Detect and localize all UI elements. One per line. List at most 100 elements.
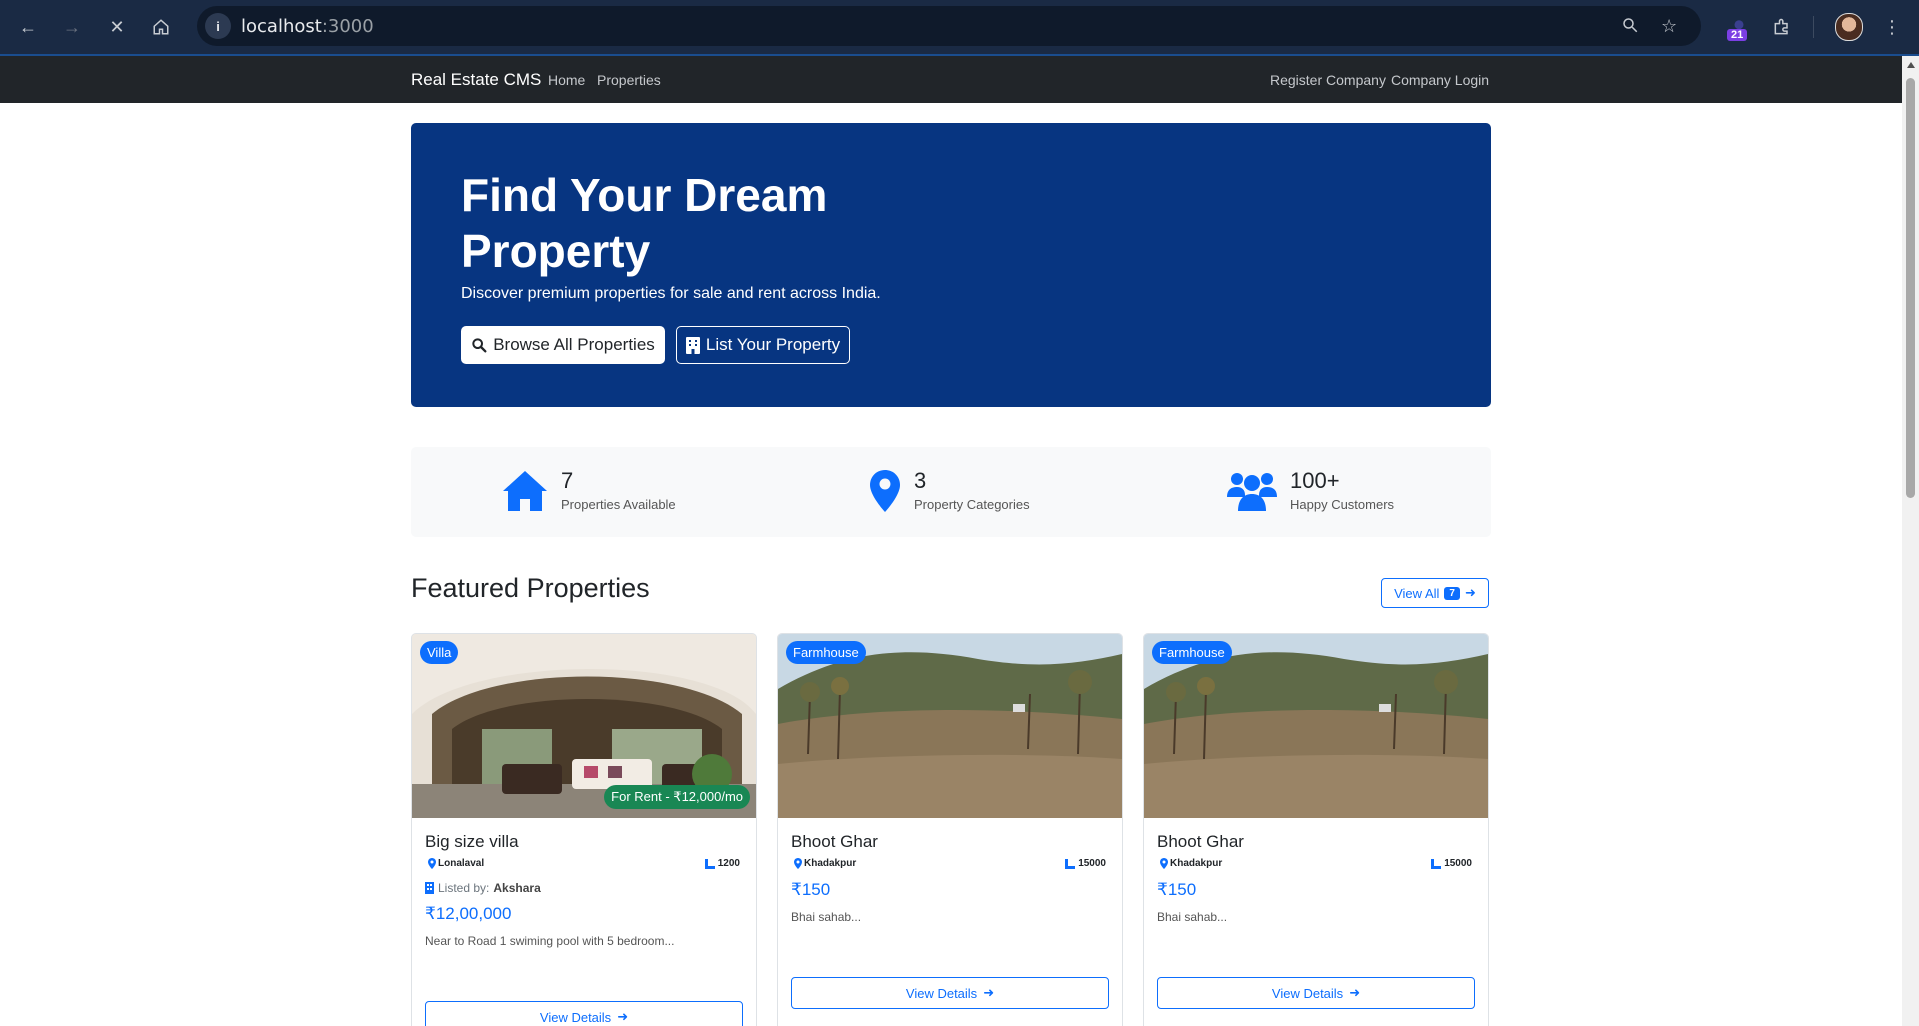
profile-avatar[interactable] [1835, 13, 1863, 41]
location-text: Khadakpur [1170, 858, 1223, 869]
property-card[interactable]: Farmhouse Bhoot Ghar Khadakpur 15000 ₹15… [1143, 633, 1489, 1026]
building-icon [685, 336, 700, 354]
page-content: Find Your Dream Property Discover premiu… [0, 103, 1902, 1026]
area-ruler-icon [704, 858, 715, 869]
map-pin-icon [1160, 858, 1168, 869]
card-title[interactable]: Bhoot Ghar [1157, 832, 1244, 852]
rent-badge: For Rent - ₹12,000/mo [604, 785, 750, 809]
property-image[interactable]: Farmhouse [1144, 634, 1488, 818]
map-pin-icon [870, 470, 900, 512]
location-text: Lonalaval [438, 858, 485, 869]
description: Near to Road 1 swiming pool with 5 bedro… [425, 934, 675, 948]
location: Lonalaval [428, 858, 484, 869]
location-text: Khadakpur [804, 858, 857, 869]
stat-categories: 3 Property Categories [869, 467, 1069, 517]
count-badge: 7 [1444, 586, 1460, 600]
nav-properties[interactable]: Properties [597, 72, 661, 88]
view-details-button[interactable]: View Details ➜ [425, 1001, 743, 1026]
location: Khadakpur [794, 858, 856, 869]
featured-title: Featured Properties [411, 573, 650, 603]
scroll-up-arrow-icon[interactable] [1907, 62, 1915, 68]
menu-kebab-icon[interactable]: ⋮ [1878, 13, 1906, 41]
stop-icon[interactable]: ✕ [103, 13, 131, 41]
home-icon [503, 471, 547, 511]
card-title[interactable]: Bhoot Ghar [791, 832, 878, 852]
description: Bhai sahab... [791, 910, 862, 924]
property-card[interactable]: Farmhouse Bhoot Ghar Khadakpur 15000 ₹15… [777, 633, 1123, 1026]
type-badge: Farmhouse [1152, 641, 1232, 664]
stat-label: Happy Customers [1290, 497, 1395, 512]
users-icon [1227, 473, 1277, 511]
nav-home[interactable]: Home [548, 72, 585, 88]
area: 15000 [1431, 858, 1472, 869]
hero-subtitle: Discover premium properties for sale and… [461, 285, 881, 302]
stat-customers: 100+ Happy Customers [1226, 467, 1426, 517]
extension-badge: 21 [1727, 29, 1748, 41]
address-bar[interactable]: i localhost:3000 ☆ [197, 6, 1701, 46]
description: Bhai sahab... [1157, 910, 1228, 924]
map-pin-icon [428, 858, 436, 869]
arrow-right-icon: ➜ [1464, 585, 1476, 600]
stat-label: Property Categories [914, 497, 1030, 512]
zoom-icon[interactable] [1621, 16, 1639, 39]
arrow-right-icon: ➜ [617, 1009, 629, 1024]
toolbar-divider [1813, 16, 1814, 38]
view-details-label: View Details [1271, 985, 1344, 1001]
arrow-right-icon: ➜ [1349, 985, 1361, 1000]
stat-value: 7 [561, 468, 574, 493]
stat-value: 3 [914, 468, 927, 493]
hero-banner: Find Your Dream Property Discover premiu… [411, 123, 1491, 407]
location: Khadakpur [1160, 858, 1222, 869]
property-image[interactable]: Villa For Rent - ₹12,000/mo [412, 634, 756, 818]
view-details-label: View Details [905, 985, 978, 1001]
page-scrollbar[interactable] [1902, 56, 1919, 1026]
area-text: 15000 [1444, 858, 1472, 869]
view-details-button[interactable]: View Details ➜ [791, 977, 1109, 1009]
area-ruler-icon [1431, 858, 1442, 869]
browse-properties-label: Browse All Properties [493, 335, 655, 354]
browser-chrome: ← → ✕ i localhost:3000 ☆ 21 ⋮ [0, 0, 1919, 56]
site-navbar: Real Estate CMS Home Properties Register… [0, 56, 1919, 103]
home-icon[interactable] [147, 13, 175, 41]
property-card[interactable]: Villa For Rent - ₹12,000/mo Big size vil… [411, 633, 757, 1026]
stat-properties: 7 Properties Available [501, 467, 701, 517]
area-text: 15000 [1078, 858, 1106, 869]
price: ₹12,00,000 [425, 904, 512, 923]
area: 15000 [1065, 858, 1106, 869]
brand-link[interactable]: Real Estate CMS [411, 70, 541, 90]
list-property-button[interactable]: List Your Property [676, 326, 850, 364]
view-all-label: View All [1394, 585, 1440, 601]
forward-icon[interactable]: → [58, 13, 86, 41]
area-ruler-icon [1065, 858, 1076, 869]
listed-by-label: Listed by: [438, 881, 490, 895]
view-all-button[interactable]: View All 7 ➜ [1381, 578, 1489, 608]
site-info-icon[interactable]: i [205, 13, 231, 39]
list-property-label: List Your Property [705, 335, 841, 354]
map-pin-icon [794, 858, 802, 869]
bookmark-star-icon[interactable]: ☆ [1661, 16, 1677, 37]
type-badge: Villa [420, 641, 459, 664]
view-details-button[interactable]: View Details ➜ [1157, 977, 1475, 1009]
url-text[interactable]: localhost:3000 [241, 16, 374, 37]
browse-properties-button[interactable]: Browse All Properties [461, 326, 665, 364]
area-text: 1200 [717, 858, 740, 869]
card-title[interactable]: Big size villa [425, 832, 519, 852]
scroll-thumb[interactable] [1906, 78, 1915, 498]
price: ₹150 [791, 880, 831, 899]
stat-value: 100+ [1290, 468, 1340, 493]
view-details-label: View Details [539, 1009, 612, 1025]
building-icon [425, 882, 434, 894]
stat-label: Properties Available [561, 497, 676, 512]
property-image[interactable]: Farmhouse [778, 634, 1122, 818]
stats-bar: 7 Properties Available 3 Property Catego… [411, 447, 1491, 537]
puzzle-icon[interactable] [1768, 13, 1796, 41]
nav-company-login[interactable]: Company Login [1391, 72, 1489, 88]
price: ₹150 [1157, 880, 1197, 899]
type-badge: Farmhouse [786, 641, 866, 664]
arrow-right-icon: ➜ [983, 985, 995, 1000]
nav-register-company[interactable]: Register Company [1270, 72, 1386, 88]
back-icon[interactable]: ← [14, 13, 42, 41]
hero-title: Find Your Dream Property [461, 169, 828, 277]
listed-by: Listed by: Akshara [425, 881, 541, 895]
area: 1200 [704, 858, 740, 869]
